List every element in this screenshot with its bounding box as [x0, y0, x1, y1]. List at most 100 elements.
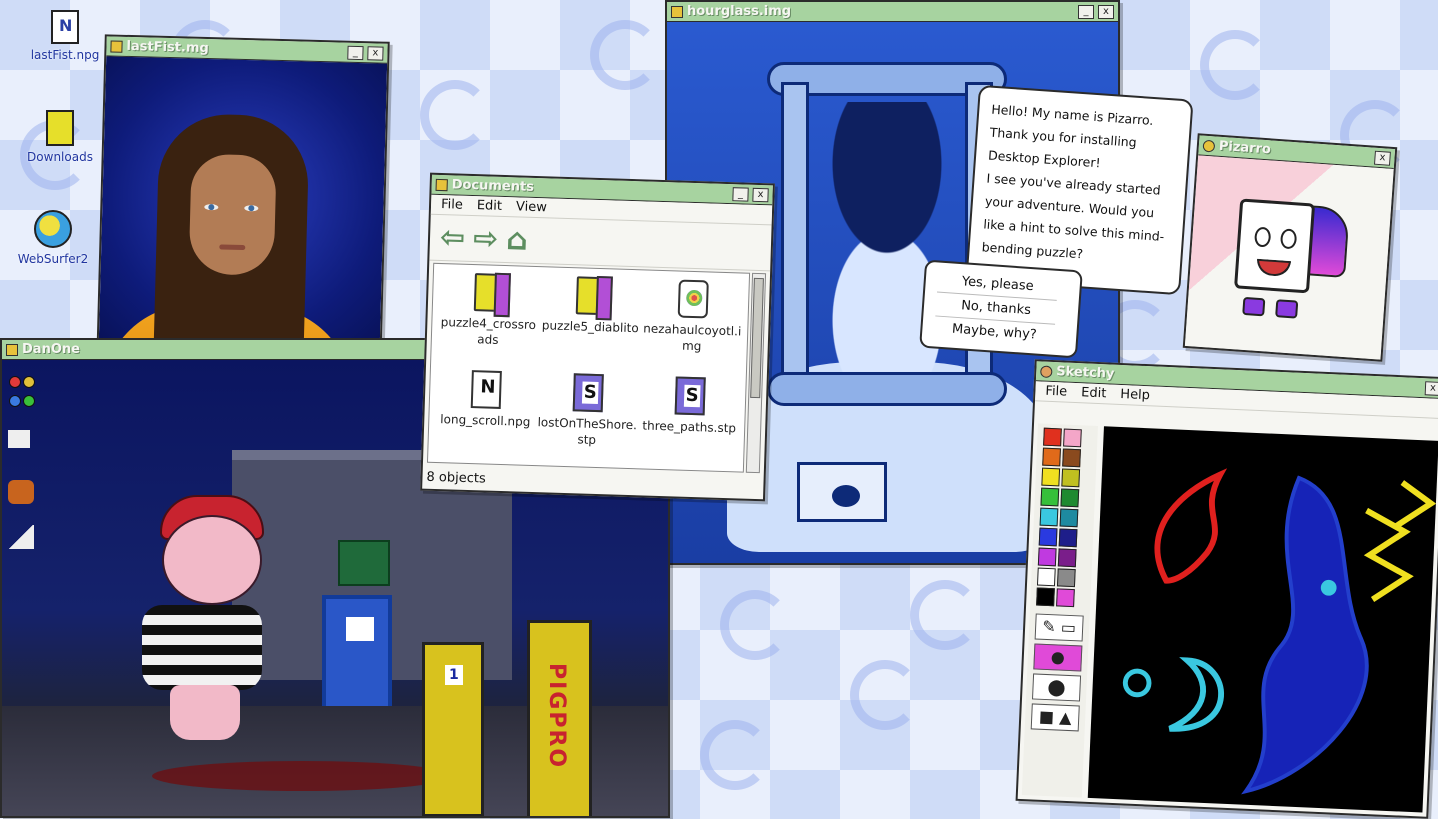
menu-view[interactable]: View	[516, 199, 547, 215]
color-swatch[interactable]	[1041, 467, 1061, 487]
pizarro-assistant[interactable]	[1184, 155, 1394, 360]
color-swatch[interactable]	[1056, 568, 1076, 588]
canvas-drawing	[1122, 468, 1437, 795]
portrait-window-title: lastFist.mg	[126, 38, 209, 57]
menu-file[interactable]: File	[1045, 384, 1067, 400]
minimize-button[interactable]: _	[1078, 4, 1094, 19]
file-item[interactable]: lostOnTheShore.stp	[537, 372, 639, 449]
status-bar: 8 objects	[426, 469, 486, 487]
paint-palette-icon	[1040, 364, 1053, 378]
hourglass-titlebar[interactable]: hourglass.img _ x	[667, 2, 1118, 22]
menu-edit[interactable]: Edit	[1081, 385, 1107, 401]
scrollbar-thumb[interactable]	[750, 277, 764, 399]
sketchy-window[interactable]: Sketchy x File Edit Help ✎ ▭ ● ⬤ ■ ▲	[1015, 359, 1438, 819]
color-swatch[interactable]	[1037, 547, 1057, 567]
story-book-icon	[572, 373, 604, 413]
minimize-button[interactable]: _	[347, 45, 364, 60]
pizarro-speech-bubble: Hello! My name is Pizarro. Thank you for…	[965, 84, 1194, 296]
close-button[interactable]: x	[367, 45, 384, 61]
documents-window[interactable]: Documents _ x File Edit View ⇦ ⇨ ⌂ puzzl…	[420, 172, 775, 502]
character-legs	[170, 685, 240, 740]
blue-creature-doodle	[1241, 475, 1369, 795]
back-arrow-icon[interactable]: ⇦	[439, 220, 465, 256]
notepad-icon	[470, 370, 502, 409]
color-swatch[interactable]	[1036, 567, 1056, 587]
story-book-icon	[674, 376, 706, 416]
pizarro-character	[1234, 198, 1316, 294]
cyan-circle-doodle	[1122, 668, 1152, 698]
folder-icon	[473, 273, 505, 313]
character-head	[162, 515, 262, 605]
yellow-zigzag-doodle	[1393, 480, 1437, 530]
hud-emotion-icons[interactable]	[8, 374, 44, 407]
color-swatch[interactable]	[1057, 548, 1077, 568]
color-swatch[interactable]	[1040, 487, 1060, 507]
color-palette	[1030, 423, 1098, 611]
hourglass-window-title: hourglass.img	[687, 4, 792, 19]
documents-toolbar: ⇦ ⇨ ⌂	[429, 214, 772, 272]
file-item[interactable]: nezahaulcoyotl.img	[642, 278, 744, 355]
menu-help[interactable]: Help	[1120, 387, 1150, 403]
globe-icon	[34, 210, 72, 248]
pencil-eraser-tools[interactable]: ✎ ▭	[1034, 613, 1084, 642]
color-swatch[interactable]	[1036, 587, 1055, 607]
close-button[interactable]: x	[752, 187, 769, 202]
color-swatch[interactable]	[1056, 588, 1075, 608]
folder-icon	[46, 110, 74, 146]
file-item[interactable]: long_scroll.npg	[435, 369, 537, 430]
desktop-icon-lastfist[interactable]: N lastFist.npg	[20, 10, 110, 62]
cyan-moon-doodle	[1168, 657, 1224, 732]
color-swatch[interactable]	[1043, 427, 1062, 447]
game-icon	[6, 343, 18, 356]
color-swatch[interactable]	[1061, 468, 1081, 488]
file-item[interactable]: puzzle4_crossroads	[438, 272, 540, 349]
file-list: puzzle4_crossroads puzzle5_diablito neza…	[426, 262, 751, 473]
eye-emblem-icon	[797, 462, 887, 522]
red-flame-doodle	[1154, 468, 1228, 584]
color-swatch[interactable]	[1063, 428, 1082, 448]
backpack-icon[interactable]	[8, 480, 34, 504]
arcade-machine-pigpro[interactable]: PIGPRO	[527, 620, 592, 816]
desktop-icon-websurfer[interactable]: WebSurfer2	[8, 210, 98, 266]
pizarro-window[interactable]: Pizarro x	[1182, 133, 1398, 362]
desktop-icon-downloads[interactable]: Downloads	[15, 110, 105, 164]
color-swatch[interactable]	[1059, 508, 1079, 528]
drawing-canvas[interactable]	[1087, 426, 1438, 813]
pizarro-boot	[1275, 299, 1299, 319]
menu-edit[interactable]: Edit	[477, 198, 503, 214]
close-button[interactable]: x	[1374, 150, 1391, 166]
folder-icon	[435, 178, 448, 191]
image-file-icon	[110, 39, 123, 53]
character-body	[142, 605, 262, 690]
arcade-machine-yellow[interactable]: 1	[422, 642, 484, 816]
color-swatch[interactable]	[1062, 448, 1081, 468]
color-swatch[interactable]	[1042, 447, 1061, 467]
image-file-icon	[677, 279, 709, 319]
chat-icon[interactable]	[8, 430, 30, 448]
close-button[interactable]: x	[1098, 4, 1114, 19]
minimize-button[interactable]: _	[732, 186, 749, 202]
brush-size-tool[interactable]: ●	[1033, 643, 1083, 672]
forward-arrow-icon[interactable]: ⇨	[473, 221, 499, 257]
close-button[interactable]: x	[1424, 380, 1438, 396]
folder-icon	[575, 276, 607, 316]
file-item[interactable]: puzzle5_diablito	[540, 275, 642, 336]
machine-label: PIGPRO	[544, 663, 569, 770]
shape-tools[interactable]: ■ ▲	[1030, 703, 1080, 732]
sketchy-toolbox: ✎ ▭ ● ⬤ ■ ▲	[1021, 423, 1098, 798]
color-swatch[interactable]	[1060, 488, 1080, 508]
color-swatch[interactable]	[1058, 528, 1078, 548]
machine-number: 1	[445, 665, 463, 685]
brush-size-large-tool[interactable]: ⬤	[1031, 673, 1082, 702]
menu-file[interactable]: File	[441, 197, 463, 213]
notepad-icon: N	[51, 10, 79, 44]
home-icon[interactable]: ⌂	[506, 222, 529, 258]
stairs-icon[interactable]	[8, 525, 34, 549]
color-swatch[interactable]	[1038, 527, 1058, 547]
blood-stain	[152, 761, 452, 791]
hint-choices: Yes, please No, thanks Maybe, why?	[919, 259, 1083, 359]
file-item[interactable]: three_paths.stp	[639, 375, 741, 436]
blue-door[interactable]	[322, 595, 392, 715]
pizarro-boot	[1242, 296, 1266, 317]
color-swatch[interactable]	[1039, 507, 1059, 527]
